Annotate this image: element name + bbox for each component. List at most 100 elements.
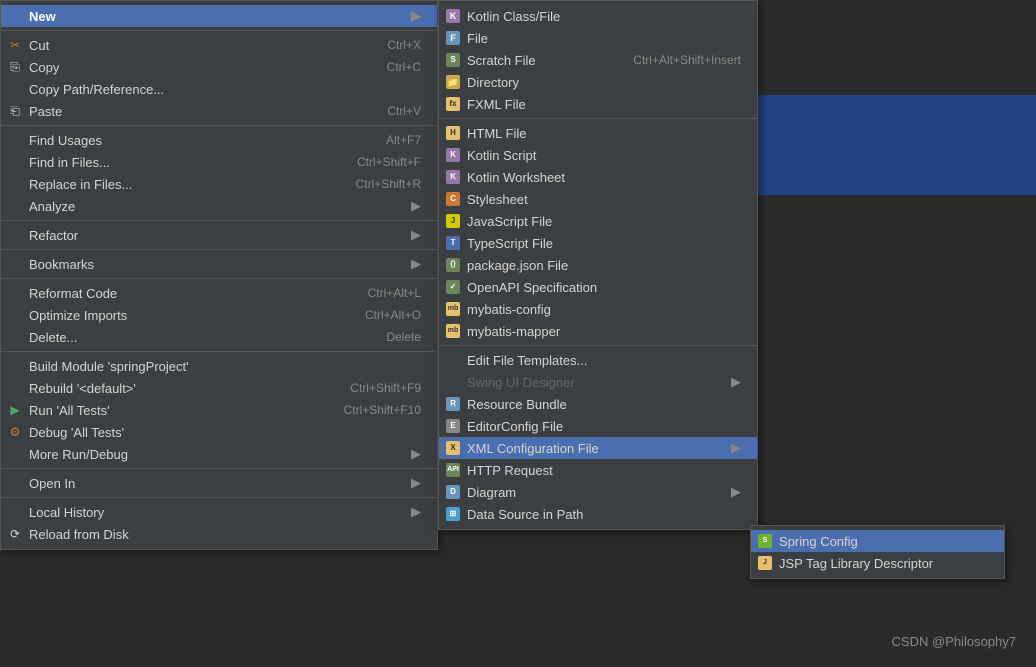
menu-item-cut[interactable]: ✂ Cut Ctrl+X xyxy=(1,34,437,56)
menu-item-more-run[interactable]: More Run/Debug ▶ xyxy=(1,443,437,465)
menu-item-bookmarks[interactable]: Bookmarks ▶ xyxy=(1,253,437,275)
menu-item-open-in[interactable]: Open In ▶ xyxy=(1,472,437,494)
swing-ui-icon xyxy=(445,374,461,390)
submenu-item-stylesheet[interactable]: C Stylesheet xyxy=(439,188,757,210)
menu-item-rebuild[interactable]: Rebuild '<default>' Ctrl+Shift+F9 xyxy=(1,377,437,399)
local-history-arrow: ▶ xyxy=(411,504,421,520)
kotlin-class-label: Kotlin Class/File xyxy=(467,9,560,24)
file-icon: F xyxy=(445,30,461,46)
menu-item-analyze[interactable]: Analyze ▶ xyxy=(1,195,437,217)
menu-item-debug[interactable]: ⚙ Debug 'All Tests' xyxy=(1,421,437,443)
submenu-item-swing-ui[interactable]: Swing UI Designer ▶ xyxy=(439,371,757,393)
stylesheet-label: Stylesheet xyxy=(467,192,528,207)
menu-item-run[interactable]: ▶ Run 'All Tests' Ctrl+Shift+F10 xyxy=(1,399,437,421)
mybatis-mapper-icon: mb xyxy=(445,323,461,339)
menu-item-optimize[interactable]: Optimize Imports Ctrl+Alt+O xyxy=(1,304,437,326)
rebuild-shortcut: Ctrl+Shift+F9 xyxy=(320,381,421,395)
copy-shortcut: Ctrl+C xyxy=(357,60,421,74)
menu-item-copy-path[interactable]: Copy Path/Reference... xyxy=(1,78,437,100)
menu-item-copy[interactable]: ⎘ Copy Ctrl+C xyxy=(1,56,437,78)
submenu-item-kotlin-class[interactable]: K Kotlin Class/File xyxy=(439,5,757,27)
submenu-item-package-json[interactable]: {} package.json File xyxy=(439,254,757,276)
menu-item-paste[interactable]: ⎗ Paste Ctrl+V xyxy=(1,100,437,122)
submenu-item-kotlin-worksheet[interactable]: K Kotlin Worksheet xyxy=(439,166,757,188)
copy-path-icon xyxy=(7,81,23,97)
submenu-sep-2 xyxy=(439,345,757,346)
reformat-shortcut: Ctrl+Alt+L xyxy=(338,286,421,300)
kotlin-worksheet-label: Kotlin Worksheet xyxy=(467,170,565,185)
paste-shortcut: Ctrl+V xyxy=(357,104,421,118)
submenu-item-file[interactable]: F File xyxy=(439,27,757,49)
menu-item-reformat[interactable]: Reformat Code Ctrl+Alt+L xyxy=(1,282,437,304)
kotlin-class-icon: K xyxy=(445,8,461,24)
submenu-item-spring-config[interactable]: S Spring Config xyxy=(751,530,1004,552)
menu-item-new[interactable]: New ▶ xyxy=(1,5,437,27)
copy-icon: ⎘ xyxy=(7,59,23,75)
submenu-item-scratch[interactable]: S Scratch File Ctrl+Alt+Shift+Insert xyxy=(439,49,757,71)
submenu-item-diagram[interactable]: D Diagram ▶ xyxy=(439,481,757,503)
submenu-item-directory[interactable]: 📁 Directory xyxy=(439,71,757,93)
cut-label: Cut xyxy=(29,38,49,53)
separator-1 xyxy=(1,30,437,31)
menu-item-refactor[interactable]: Refactor ▶ xyxy=(1,224,437,246)
menu-item-find-files[interactable]: Find in Files... Ctrl+Shift+F xyxy=(1,151,437,173)
submenu-item-mybatis-config[interactable]: mb mybatis-config xyxy=(439,298,757,320)
openapi-icon: ✓ xyxy=(445,279,461,295)
submenu-item-resource-bundle[interactable]: R Resource Bundle xyxy=(439,393,757,415)
cut-icon: ✂ xyxy=(7,37,23,53)
diagram-label: Diagram xyxy=(467,485,516,500)
menu-item-reload[interactable]: ⟳ Reload from Disk xyxy=(1,523,437,545)
separator-4 xyxy=(1,249,437,250)
fxml-icon: fx xyxy=(445,96,461,112)
submenu-item-fxml[interactable]: fx FXML File xyxy=(439,93,757,115)
reformat-label: Reformat Code xyxy=(29,286,117,301)
submenu-item-edit-templates[interactable]: Edit File Templates... xyxy=(439,349,757,371)
submenu-sep-1 xyxy=(439,118,757,119)
submenu-item-jsp-tag[interactable]: J JSP Tag Library Descriptor xyxy=(751,552,1004,574)
refactor-label: Refactor xyxy=(29,228,78,243)
diagram-icon: D xyxy=(445,484,461,500)
submenu-item-xml-config[interactable]: X XML Configuration File ▶ xyxy=(439,437,757,459)
js-icon: J xyxy=(445,213,461,229)
submenu-item-editorconfig[interactable]: E EditorConfig File xyxy=(439,415,757,437)
separator-3 xyxy=(1,220,437,221)
submenu-item-html[interactable]: H HTML File xyxy=(439,122,757,144)
bookmarks-arrow: ▶ xyxy=(411,256,421,272)
kotlin-worksheet-icon: K xyxy=(445,169,461,185)
analyze-label: Analyze xyxy=(29,199,75,214)
submenu-xml-config: S Spring Config J JSP Tag Library Descri… xyxy=(750,525,1005,579)
submenu-item-kotlin-script[interactable]: K Kotlin Script xyxy=(439,144,757,166)
package-json-label: package.json File xyxy=(467,258,568,273)
resource-bundle-label: Resource Bundle xyxy=(467,397,567,412)
menu-item-local-history[interactable]: Local History ▶ xyxy=(1,501,437,523)
submenu-item-ts[interactable]: T TypeScript File xyxy=(439,232,757,254)
kotlin-script-label: Kotlin Script xyxy=(467,148,536,163)
menu-item-find-usages[interactable]: Find Usages Alt+F7 xyxy=(1,129,437,151)
submenu-item-datasource[interactable]: ⊞ Data Source in Path xyxy=(439,503,757,525)
more-run-arrow: ▶ xyxy=(411,446,421,462)
local-history-label: Local History xyxy=(29,505,104,520)
menu-item-replace[interactable]: Replace in Files... Ctrl+Shift+R xyxy=(1,173,437,195)
spring-config-icon: S xyxy=(757,533,773,549)
submenu-item-http-request[interactable]: API HTTP Request xyxy=(439,459,757,481)
submenu-item-openapi[interactable]: ✓ OpenAPI Specification xyxy=(439,276,757,298)
new-arrow: ▶ xyxy=(411,8,421,24)
scratch-shortcut: Ctrl+Alt+Shift+Insert xyxy=(613,53,741,67)
context-menu: New ▶ ✂ Cut Ctrl+X ⎘ Copy Ctrl+C Copy Pa… xyxy=(0,0,438,550)
cut-shortcut: Ctrl+X xyxy=(357,38,421,52)
submenu-item-js[interactable]: J JavaScript File xyxy=(439,210,757,232)
datasource-label: Data Source in Path xyxy=(467,507,583,522)
reload-label: Reload from Disk xyxy=(29,527,129,542)
spring-config-label: Spring Config xyxy=(779,534,858,549)
replace-label: Replace in Files... xyxy=(29,177,132,192)
menu-item-delete[interactable]: Delete... Delete xyxy=(1,326,437,348)
xml-config-arrow: ▶ xyxy=(731,440,741,456)
submenu-item-mybatis-mapper[interactable]: mb mybatis-mapper xyxy=(439,320,757,342)
editorconfig-icon: E xyxy=(445,418,461,434)
mybatis-config-label: mybatis-config xyxy=(467,302,551,317)
menu-item-build-module[interactable]: Build Module 'springProject' xyxy=(1,355,437,377)
scratch-label: Scratch File xyxy=(467,53,536,68)
rebuild-label: Rebuild '<default>' xyxy=(29,381,136,396)
scratch-icon: S xyxy=(445,52,461,68)
find-files-label: Find in Files... xyxy=(29,155,110,170)
